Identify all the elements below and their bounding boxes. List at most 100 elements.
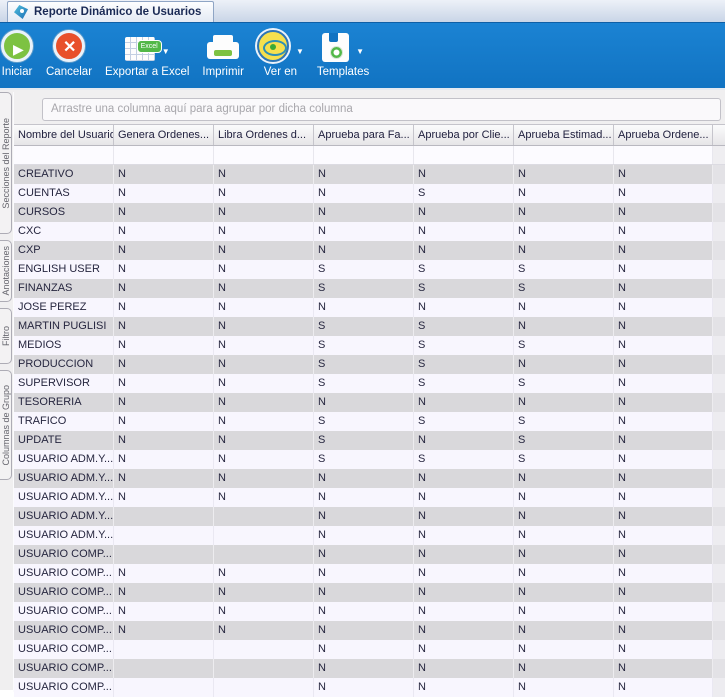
- table-row[interactable]: USUARIO ADM.Y... N N N N: [14, 507, 725, 526]
- cell-value: S: [314, 279, 414, 298]
- toolbar-button-ver-en[interactable]: ▼ Ver en: [256, 28, 304, 78]
- filter-cell[interactable]: [514, 146, 614, 164]
- column-header-4[interactable]: Aprueba para Fa...: [314, 125, 414, 145]
- toolbar: Iniciar Cancelar Excel▼Exportar a Excel Imp…: [0, 22, 725, 88]
- cell-value: N: [114, 222, 214, 241]
- filter-cell[interactable]: [214, 146, 314, 164]
- filter-row[interactable]: [14, 146, 725, 165]
- table-row[interactable]: USUARIO COMP... N N N N N N: [14, 621, 725, 640]
- toolbar-button-iniciar[interactable]: Iniciar: [1, 28, 33, 78]
- table-row[interactable]: UPDATE N N S N S N: [14, 431, 725, 450]
- table-row[interactable]: USUARIO ADM.Y... N N N N N N: [14, 488, 725, 507]
- cell-value: N: [314, 583, 414, 602]
- side-tab-4[interactable]: Columnas de Grupo: [0, 370, 12, 480]
- cell-value: [114, 545, 214, 564]
- toolbar-button-cancelar[interactable]: Cancelar: [46, 28, 92, 78]
- row-filler: [713, 355, 725, 374]
- table-row[interactable]: MARTIN PUGLISI N N S S N N: [14, 317, 725, 336]
- group-by-panel[interactable]: Arrastre una columna aquí para agrupar p…: [14, 92, 725, 124]
- tab-reporte-dinamico[interactable]: Reporte Dinámico de Usuarios: [7, 1, 215, 22]
- toolbar-button-imprimir[interactable]: Imprimir: [202, 28, 244, 78]
- table-row[interactable]: USUARIO COMP... N N N N: [14, 640, 725, 659]
- side-tab-1[interactable]: Secciones del Reporte: [0, 92, 12, 234]
- table-row[interactable]: CXC N N N N N N: [14, 222, 725, 241]
- dropdown-arrow-icon[interactable]: ▼: [296, 47, 304, 56]
- cell-value: N: [314, 165, 414, 184]
- cell-value: N: [414, 583, 514, 602]
- filter-cell[interactable]: [314, 146, 414, 164]
- cell-value: N: [614, 393, 713, 412]
- row-filler: [713, 317, 725, 336]
- cell-value: S: [314, 317, 414, 336]
- cell-value: N: [214, 564, 314, 583]
- cell-value: [114, 507, 214, 526]
- row-filler: [713, 583, 725, 602]
- table-row[interactable]: USUARIO COMP... N N N N N N: [14, 564, 725, 583]
- table-row[interactable]: USUARIO ADM.Y... N N S S S N: [14, 450, 725, 469]
- cell-value: N: [114, 184, 214, 203]
- printer-icon: [207, 35, 240, 59]
- toolbar-button-templates[interactable]: ▼ Templates: [317, 28, 369, 78]
- column-header-6[interactable]: Aprueba Estimad...: [514, 125, 614, 145]
- cell-value: N: [614, 659, 713, 678]
- column-header-3[interactable]: Libra Ordenes d...: [214, 125, 314, 145]
- table-row[interactable]: FINANZAS N N S S S N: [14, 279, 725, 298]
- side-tab-3[interactable]: Filtro: [0, 308, 12, 364]
- table-row[interactable]: CUENTAS N N N S N N: [14, 184, 725, 203]
- table-row[interactable]: USUARIO COMP... N N N N N N: [14, 583, 725, 602]
- cell-value: N: [514, 165, 614, 184]
- filter-cell[interactable]: [614, 146, 713, 164]
- cell-value: N: [114, 602, 214, 621]
- side-tab-2[interactable]: Anotaciones: [0, 240, 12, 302]
- table-row[interactable]: ENGLISH USER N N S S S N: [14, 260, 725, 279]
- cell-user-name: USUARIO ADM.Y...: [14, 488, 114, 507]
- cell-value: N: [514, 507, 614, 526]
- table-row[interactable]: CREATIVO N N N N N N: [14, 165, 725, 184]
- column-header-filler: [713, 125, 725, 145]
- cell-value: N: [214, 336, 314, 355]
- cell-value: [114, 659, 214, 678]
- table-row[interactable]: MEDIOS N N S S S N: [14, 336, 725, 355]
- dropdown-arrow-icon[interactable]: ▼: [162, 47, 170, 56]
- cell-value: N: [514, 469, 614, 488]
- cell-value: N: [314, 621, 414, 640]
- cell-user-name: USUARIO COMP...: [14, 564, 114, 583]
- table-row[interactable]: USUARIO COMP... N N N N N N: [14, 602, 725, 621]
- cell-value: N: [614, 526, 713, 545]
- filter-cell[interactable]: [414, 146, 514, 164]
- filter-cell[interactable]: [114, 146, 214, 164]
- side-tab-label: Columnas de Grupo: [1, 384, 11, 466]
- table-row[interactable]: USUARIO COMP... N N N N: [14, 659, 725, 678]
- table-row[interactable]: CURSOS N N N N N N: [14, 203, 725, 222]
- cell-user-name: MEDIOS: [14, 336, 114, 355]
- table-row[interactable]: USUARIO ADM.Y... N N N N: [14, 526, 725, 545]
- table-row[interactable]: USUARIO ADM.Y... N N N N N N: [14, 469, 725, 488]
- column-header-2[interactable]: Genera Ordenes...: [114, 125, 214, 145]
- table-row[interactable]: JOSE PEREZ N N N N N N: [14, 298, 725, 317]
- cell-value: S: [414, 374, 514, 393]
- cell-value: S: [414, 412, 514, 431]
- table-row[interactable]: SUPERVISOR N N S S S N: [14, 374, 725, 393]
- row-filler: [713, 545, 725, 564]
- cell-value: N: [314, 222, 414, 241]
- toolbar-button-exportar[interactable]: Excel ▼ Exportar a Excel: [105, 28, 189, 78]
- column-header-5[interactable]: Aprueba por Clie...: [414, 125, 514, 145]
- cell-value: S: [514, 374, 614, 393]
- row-filler: [713, 564, 725, 583]
- cell-user-name: CUENTAS: [14, 184, 114, 203]
- column-header-1[interactable]: Nombre del Usuario: [14, 125, 114, 145]
- cell-user-name: SUPERVISOR: [14, 374, 114, 393]
- dropdown-arrow-icon[interactable]: ▼: [356, 47, 364, 56]
- cell-value: S: [514, 336, 614, 355]
- table-row[interactable]: CXP N N N N N N: [14, 241, 725, 260]
- filter-cell[interactable]: [14, 146, 114, 164]
- column-header-7[interactable]: Aprueba Ordene...: [614, 125, 713, 145]
- table-row[interactable]: USUARIO COMP... N N N N: [14, 545, 725, 564]
- table-row[interactable]: TRAFICO N N S S S N: [14, 412, 725, 431]
- cell-value: N: [314, 602, 414, 621]
- table-row[interactable]: USUARIO COMP... N N N N: [14, 678, 725, 697]
- table-row[interactable]: TESORERIA N N N N N N: [14, 393, 725, 412]
- table-row[interactable]: PRODUCCION N N S S N N: [14, 355, 725, 374]
- cell-value: N: [514, 564, 614, 583]
- cell-value: N: [614, 431, 713, 450]
